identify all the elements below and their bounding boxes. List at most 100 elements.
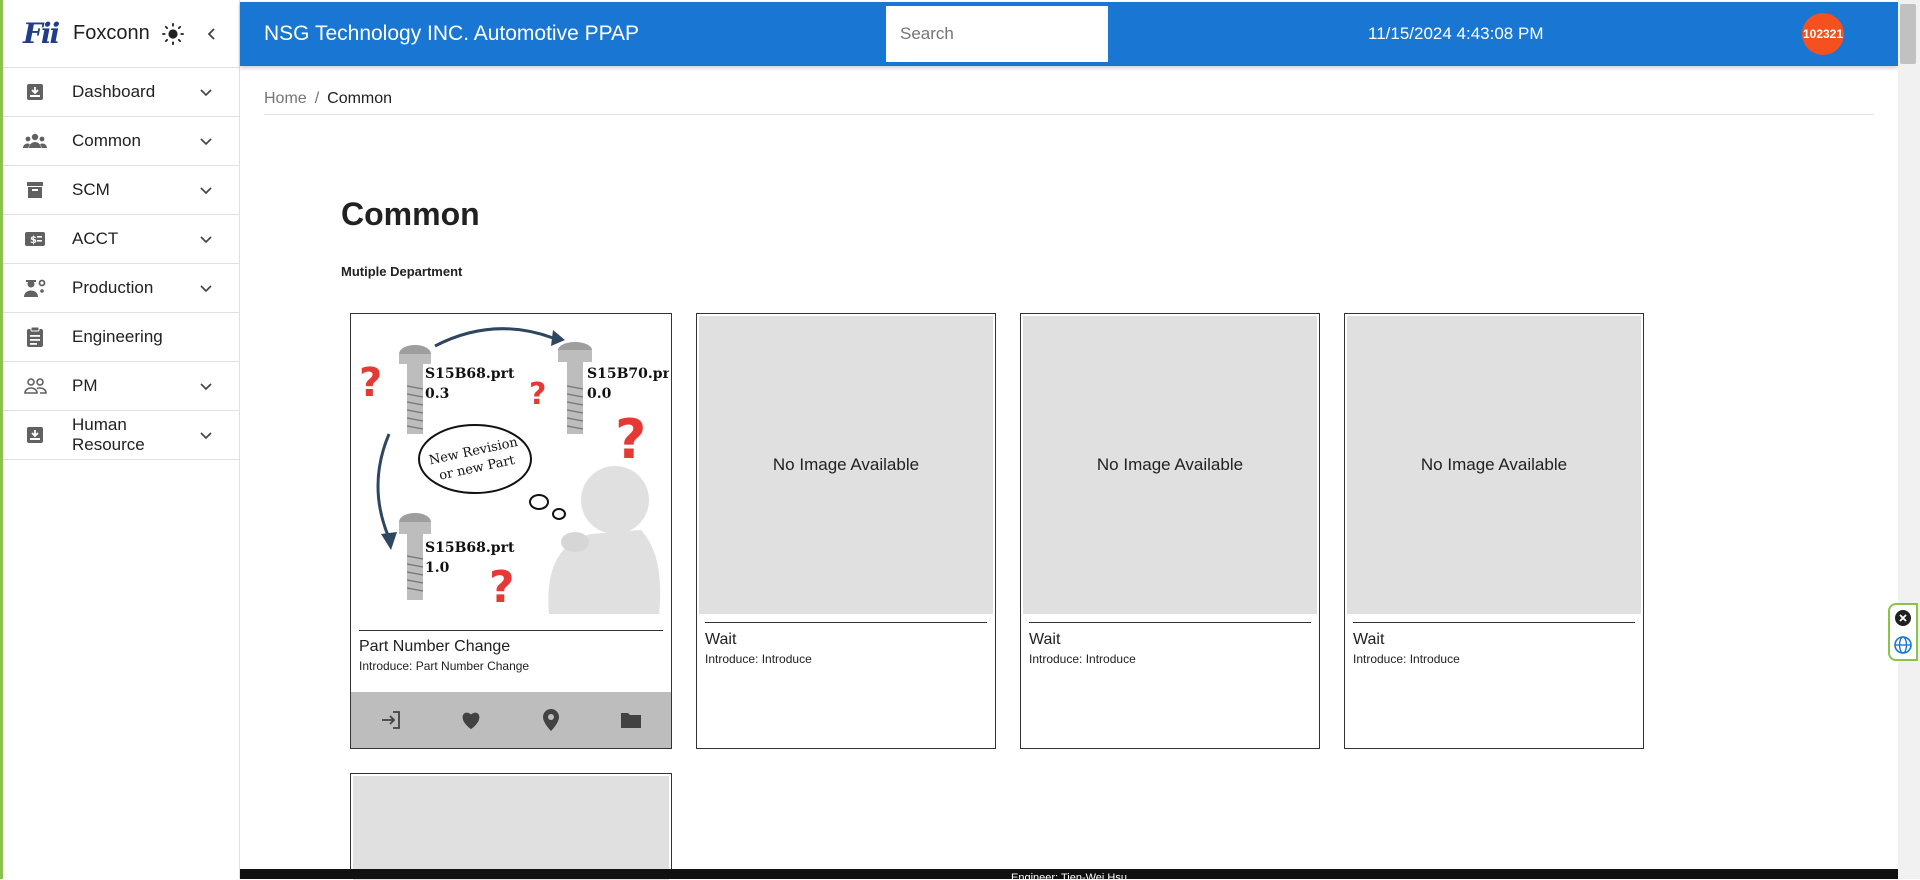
- card-actions: [351, 692, 671, 748]
- folder-icon[interactable]: [618, 707, 644, 733]
- sidebar-item-pm[interactable]: PM: [3, 362, 239, 411]
- svg-text:S15B68.prt: S15B68.prt: [425, 540, 515, 556]
- archive-icon: [23, 178, 47, 202]
- clipboard-icon: [23, 325, 47, 349]
- svg-text:S15B70.prt: S15B70.prt: [587, 366, 669, 382]
- no-image-placeholder: No Image Available: [699, 316, 993, 614]
- sidebar-item-label: Common: [72, 131, 141, 150]
- question-mark-icon: ?: [615, 408, 646, 471]
- sidebar-item-scm[interactable]: SCM: [3, 166, 239, 215]
- footer: Engineer: Tien-Wei Hsu: [240, 869, 1898, 879]
- page-scrollbar[interactable]: [1898, 0, 1920, 879]
- scrollbar-thumb[interactable]: [1900, 4, 1916, 64]
- card-wait[interactable]: No Image Available Wait Introduce: Intro…: [1344, 313, 1644, 749]
- svg-text:1.0: 1.0: [425, 560, 450, 576]
- card-title: Wait: [1029, 631, 1061, 648]
- card-divider: [359, 630, 663, 631]
- card-divider: [1029, 622, 1311, 623]
- question-mark-icon: ?: [489, 562, 515, 613]
- card-introduce: Introduce: Introduce: [1353, 652, 1460, 666]
- section-title: Mutiple Department: [341, 264, 463, 279]
- favorite-heart-icon[interactable]: [458, 707, 484, 733]
- card-image-placeholder: [353, 776, 669, 880]
- download-box-icon: [23, 80, 47, 104]
- no-image-placeholder: No Image Available: [1023, 316, 1317, 614]
- card-wait[interactable]: No Image Available Wait Introduce: Intro…: [1020, 313, 1320, 749]
- theme-toggle-sun-icon[interactable]: [161, 22, 184, 45]
- svg-text:0.0: 0.0: [587, 386, 612, 402]
- sidebar-item-production[interactable]: Production: [3, 264, 239, 313]
- people-outline-icon: [23, 374, 47, 398]
- introduce-label: Introduce:: [1353, 652, 1407, 666]
- introduce-label: Introduce:: [359, 659, 413, 673]
- breadcrumb-home-link[interactable]: Home: [264, 90, 307, 114]
- sidebar-item-label: SCM: [72, 180, 110, 199]
- chevron-down-icon: [200, 138, 212, 146]
- svg-text:$: $: [30, 235, 37, 246]
- introduce-label: Introduce:: [1029, 652, 1083, 666]
- chevron-down-icon: [200, 432, 212, 440]
- app-title: NSG Technology INC. Automotive PPAP: [264, 22, 640, 45]
- card-title: Wait: [705, 631, 737, 648]
- card-wait[interactable]: No Image Available Wait Introduce: Intro…: [696, 313, 996, 749]
- sidebar-item-human-resource[interactable]: Human Resource: [3, 411, 239, 460]
- card-part-number-change[interactable]: S15B68.prt 0.3 S15B70.prt 0.0 S15B68.prt…: [350, 313, 672, 749]
- svg-text:0.3: 0.3: [425, 386, 449, 402]
- chevron-down-icon: [200, 383, 212, 391]
- breadcrumb-separator: /: [314, 90, 320, 107]
- card-title: Wait: [1353, 631, 1385, 648]
- introduce-value: Introduce: [1085, 652, 1136, 666]
- card-introduce: Introduce: Part Number Change: [359, 659, 529, 673]
- card-divider: [705, 622, 987, 623]
- page-title: Common: [341, 196, 480, 232]
- introduce-value: Part Number Change: [415, 659, 530, 673]
- sidebar-item-label: Dashboard: [72, 82, 156, 101]
- chevron-down-icon: [200, 285, 212, 293]
- brand-bar: Fii Foxconn: [3, 0, 239, 68]
- sidebar: Fii Foxconn Dashboard Common SCM $ ACCT …: [0, 0, 240, 879]
- card-title: Part Number Change: [359, 638, 511, 655]
- sidebar-item-label: PM: [72, 376, 98, 395]
- sidebar-item-common[interactable]: Common: [3, 117, 239, 166]
- sidebar-item-label: Human Resource: [72, 415, 145, 454]
- money-icon: $: [23, 227, 47, 251]
- introduce-value: Introduce: [761, 652, 812, 666]
- bolt-icon: [399, 513, 431, 600]
- card-introduce: Introduce: Introduce: [1029, 652, 1136, 666]
- login-enter-icon[interactable]: [378, 707, 404, 733]
- sidebar-item-label: Engineering: [72, 327, 163, 346]
- engineering-icon: [23, 276, 47, 300]
- chevron-down-icon: [200, 187, 212, 195]
- collapse-sidebar-chevron-left-icon[interactable]: [205, 27, 219, 41]
- location-pin-icon[interactable]: [538, 707, 564, 733]
- question-mark-icon: ?: [359, 360, 382, 406]
- sidebar-item-label: ACCT: [72, 229, 119, 248]
- part-revision-illustration: S15B68.prt 0.3 S15B70.prt 0.0 S15B68.prt…: [359, 327, 669, 614]
- breadcrumb-current: Common: [327, 90, 393, 107]
- top-app-bar: NSG Technology INC. Automotive PPAP 11/1…: [240, 2, 1898, 66]
- close-circle-icon[interactable]: [1894, 609, 1912, 627]
- floating-widget: [1888, 603, 1918, 661]
- chevron-down-icon: [200, 236, 212, 244]
- chevron-down-icon: [200, 89, 212, 97]
- translate-globe-icon[interactable]: [1893, 635, 1913, 655]
- card-divider: [1353, 622, 1635, 623]
- sidebar-item-dashboard[interactable]: Dashboard: [3, 68, 239, 117]
- introduce-value: Introduce: [1409, 652, 1460, 666]
- foxconn-logo: Fii: [23, 17, 60, 50]
- thinking-figure-icon: [548, 466, 661, 614]
- user-avatar[interactable]: 102321: [1802, 13, 1844, 55]
- download-box-icon: [23, 423, 47, 447]
- card-partial[interactable]: [350, 773, 672, 880]
- no-image-placeholder: No Image Available: [1347, 316, 1641, 614]
- sidebar-item-acct[interactable]: $ ACCT: [3, 215, 239, 264]
- card-introduce: Introduce: Introduce: [705, 652, 812, 666]
- sidebar-item-engineering[interactable]: Engineering: [3, 313, 239, 362]
- groups-icon: [23, 129, 47, 153]
- svg-text:S15B68.prt: S15B68.prt: [425, 366, 515, 382]
- search-input[interactable]: [886, 6, 1108, 62]
- breadcrumb: Home / Common: [264, 90, 1874, 115]
- current-datetime: 11/15/2024 4:43:08 PM: [1368, 24, 1544, 43]
- introduce-label: Introduce:: [705, 652, 759, 666]
- card-image: S15B68.prt 0.3 S15B70.prt 0.0 S15B68.prt…: [353, 316, 669, 614]
